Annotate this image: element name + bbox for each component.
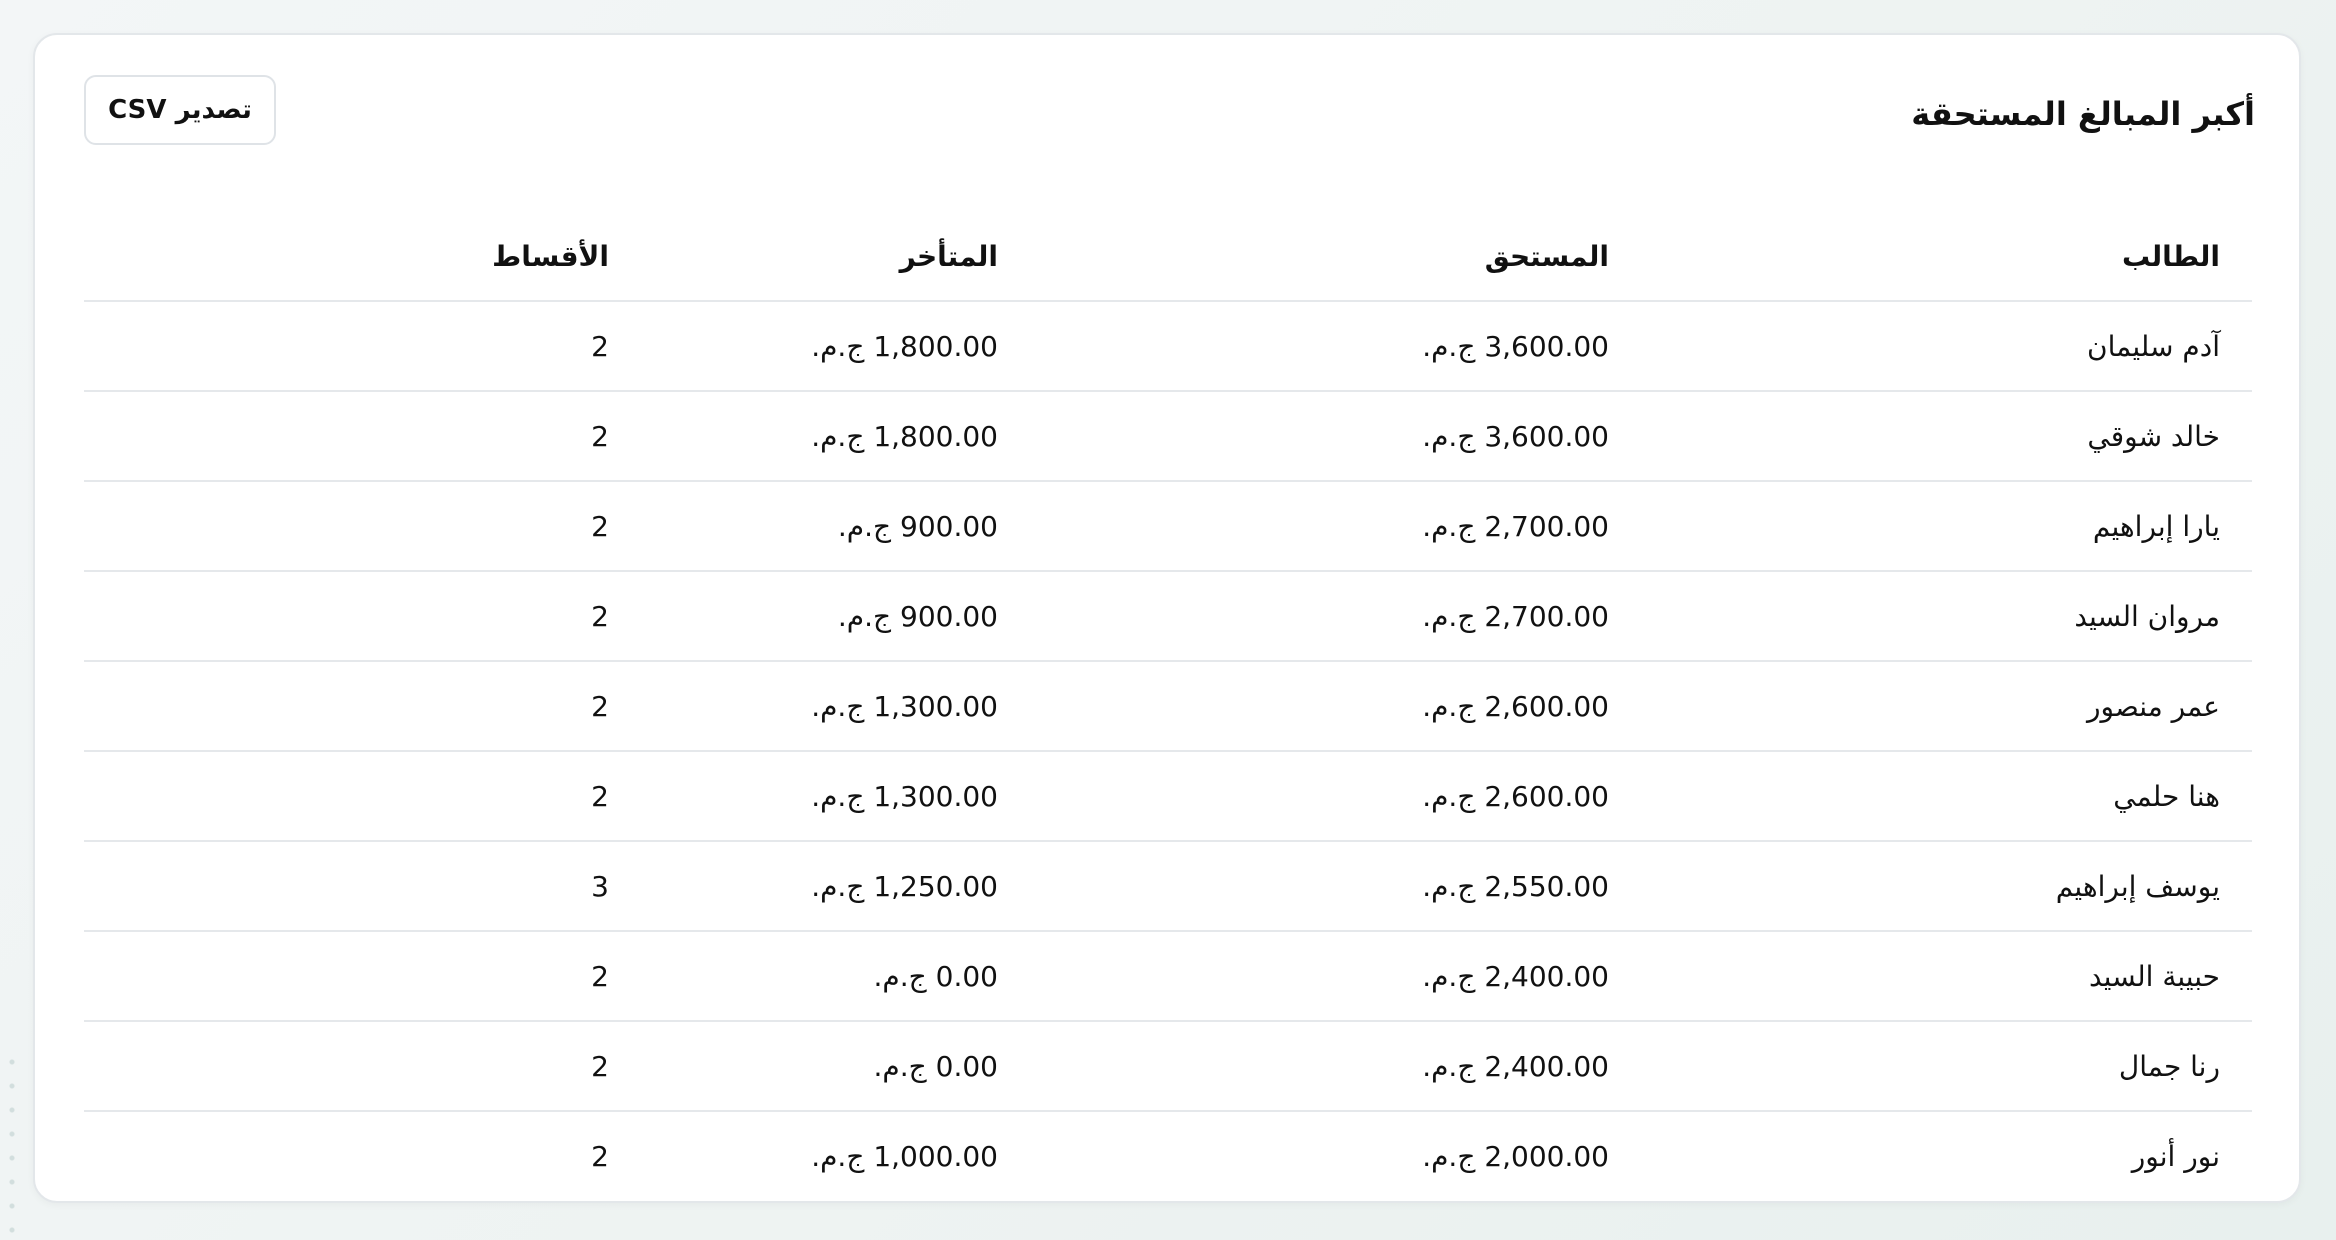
column-header-due: المستحق (1030, 212, 1641, 302)
column-header-installments: الأقساط (84, 212, 641, 302)
student-name-cell: حبيبة السيد (1641, 931, 2252, 1022)
installments-count-cell: 3 (84, 841, 641, 932)
student-name-cell: عمر منصور (1641, 661, 2252, 752)
due-amount-cell: 2,600.00 ج.م. (1030, 661, 1641, 752)
due-amount-cell: 2,550.00 ج.م. (1030, 841, 1641, 932)
installments-count-cell: 2 (591, 1139, 609, 1173)
installments-count-cell: 2 (84, 481, 641, 572)
overdue-amount-cell: 0.00 ج.م. (641, 931, 1030, 1022)
due-amount-cell: 2,700.00 ج.م. (1030, 571, 1641, 662)
due-amount-cell: 2,700.00 ج.م. (1030, 481, 1641, 572)
overdue-amount-cell: 900.00 ج.م. (641, 481, 1030, 572)
overdue-amount-cell: 1,250.00 ج.م. (641, 841, 1030, 932)
table-row: خالد شوقي 3,600.00 ج.م. 1,800.00 ج.م. 2 (84, 391, 2252, 482)
column-header-overdue: المتأخر (641, 212, 1030, 302)
table-row: يارا إبراهيم 2,700.00 ج.م. 900.00 ج.م. 2 (84, 481, 2252, 572)
overdue-amount-cell: 1,300.00 ج.م. (641, 751, 1030, 842)
student-name-cell: يوسف إبراهيم (1641, 841, 2252, 932)
overdue-amount-cell: 1,000.00 ج.م. (811, 1139, 998, 1173)
installments-count-cell: 2 (84, 751, 641, 842)
installments-count-cell: 2 (84, 1021, 641, 1112)
student-name-cell: يارا إبراهيم (1641, 481, 2252, 572)
table-row: رنا جمال 2,400.00 ج.م. 0.00 ج.م. 2 (84, 1021, 2252, 1112)
table-row: نور أنور 2,000.00 ج.م. 1,000.00 ج.م. 2 (84, 1111, 2252, 1200)
installments-count-cell: 2 (84, 661, 641, 752)
installments-count-cell: 2 (84, 931, 641, 1022)
table-row: آدم سليمان 3,600.00 ج.م. 1,800.00 ج.م. 2 (84, 301, 2252, 392)
top-due-amounts-card: أكبر المبالغ المستحقة تصدير CSV الطالب ا… (33, 33, 2301, 1203)
student-name-cell: خالد شوقي (1641, 391, 2252, 482)
due-amount-cell: 3,600.00 ج.م. (1030, 301, 1641, 392)
table-row: عمر منصور 2,600.00 ج.م. 1,300.00 ج.م. 2 (84, 661, 2252, 752)
overdue-amount-cell: 1,300.00 ج.م. (641, 661, 1030, 752)
due-amount-cell: 2,400.00 ج.م. (1030, 1021, 1641, 1112)
table-row: هنا حلمي 2,600.00 ج.م. 1,300.00 ج.م. 2 (84, 751, 2252, 842)
background-dots-decoration (0, 1050, 30, 1240)
table-row: مروان السيد 2,700.00 ج.م. 900.00 ج.م. 2 (84, 571, 2252, 662)
installments-count-cell: 2 (84, 391, 641, 482)
due-amount-cell: 2,400.00 ج.م. (1030, 931, 1641, 1022)
student-name-cell: هنا حلمي (1641, 751, 2252, 842)
overdue-amount-cell: 0.00 ج.م. (641, 1021, 1030, 1112)
due-amounts-table: الطالب المستحق المتأخر الأقساط آدم سليما… (84, 212, 2252, 1200)
installments-count-cell: 2 (84, 301, 641, 392)
due-amount-cell: 2,600.00 ج.م. (1030, 751, 1641, 842)
table-row: حبيبة السيد 2,400.00 ج.م. 0.00 ج.م. 2 (84, 931, 2252, 1022)
card-title: أكبر المبالغ المستحقة (1911, 95, 2255, 133)
export-csv-button[interactable]: تصدير CSV (84, 75, 276, 145)
installments-count-cell: 2 (84, 571, 641, 662)
student-name-cell: مروان السيد (1641, 571, 2252, 662)
student-name-cell: رنا جمال (1641, 1021, 2252, 1112)
due-amounts-table-wrapper: الطالب المستحق المتأخر الأقساط آدم سليما… (84, 212, 2252, 1200)
column-header-student: الطالب (1641, 212, 2252, 302)
due-amount-cell: 2,000.00 ج.م. (1422, 1139, 1609, 1173)
student-name-cell: آدم سليمان (1641, 301, 2252, 392)
overdue-amount-cell: 1,800.00 ج.م. (641, 301, 1030, 392)
table-row: يوسف إبراهيم 2,550.00 ج.م. 1,250.00 ج.م.… (84, 841, 2252, 932)
overdue-amount-cell: 900.00 ج.م. (641, 571, 1030, 662)
due-amount-cell: 3,600.00 ج.م. (1030, 391, 1641, 482)
overdue-amount-cell: 1,800.00 ج.م. (641, 391, 1030, 482)
student-name-cell: نور أنور (2131, 1139, 2220, 1173)
table-header-row: الطالب المستحق المتأخر الأقساط (84, 212, 2252, 302)
